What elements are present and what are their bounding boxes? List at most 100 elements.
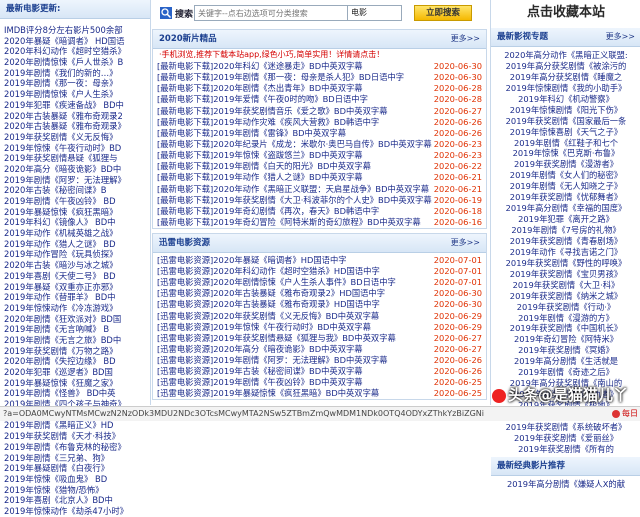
new-release-item-link[interactable]: [最新电影下载]2019年惊悚《盗跋悠兰》BD中英双字幕 [157,150,363,160]
new-release-item[interactable]: [最新电影下载]2020年剧情《杰出青年》BD中英双字幕 2020-06-28 [153,83,486,94]
search-input[interactable] [194,5,352,21]
latest-movie-item[interactable]: 2020年剧情《失控边缘》 BD [4,356,150,367]
new-release-item-link[interactable]: [最新电影下载]2019年动作灾难《疾风大营救》BD韩语中字 [157,117,379,127]
latest-movie-item-link[interactable]: 2020年犯罪《巡逻者》BD国 [4,367,113,377]
topic-item[interactable]: 2019年获奖剧情《冥婚》 [491,345,640,356]
topic-item-link[interactable]: 2019年惊悚喜剧《天气之子》 [510,127,622,137]
latest-movie-item[interactable]: 2019年惊悚《猎物/恐怖》 [4,485,150,496]
topic-item[interactable]: 2019年获奖剧情《青春剧场》 [491,236,640,247]
new-release-item[interactable]: [最新电影下载]2019年爱情《午夜0时的吻》BD日语中字 2020-06-28 [153,94,486,105]
thunder-resource-item-link[interactable]: [迅雷电影资源]2020年剧情惊悚《户人生杀人事件》BD日语中字 [157,277,396,287]
topic-item[interactable]: 2019年高分获奖剧情《被涂污的 [491,61,640,72]
latest-movie-item[interactable]: 2019年剧情《三兄弟、狗》 [4,453,150,464]
latest-movie-item[interactable]: 2019年获奖剧情《义无反悔》 [4,132,150,143]
thunder-resource-item-link[interactable]: [迅雷电影资源]2020年古装暴疑《雅布奇观录》HD国语中字 [157,299,380,309]
topic-item[interactable]: 2019年获奖剧情《漫游者》 [491,159,640,170]
thunder-resource-item[interactable]: [迅雷电影资源]2020年古装暴疑《雅布奇观录》HD国语中字 2020-06-30 [153,299,486,310]
new-release-item-link[interactable]: [最新电影下载]2019年剧情《那一夜：母亲是杀人犯》BD日语中字 [157,72,404,82]
thunder-resource-item-link[interactable]: [迅雷电影资源]2020年暴疑《暗调者》HD国语中字 [157,255,347,265]
new-release-item[interactable]: [最新电影下载]2019年剧情《那一夜：母亲是杀人犯》BD日语中字 2020-06… [153,72,486,83]
new-release-item-link[interactable]: [最新电影下载]2019年剧情《雷锋》BD中英双字幕 [157,128,346,138]
topic-item[interactable]: 2020年高分动作《黑暗正义联盟: [491,50,640,61]
latest-movie-item-link[interactable]: 2019年剧情《怪兽》 BD中英 [4,388,116,398]
topics-more-link[interactable]: 更多>> [606,28,635,46]
latest-movie-item-link[interactable]: 2019年惊悚动作《冷冻游戏》 [4,303,117,313]
new-release-item[interactable]: [最新电影下载]2019年惊悚《盗跋悠兰》BD中英双字幕 2020-06-23 [153,150,486,161]
topic-item[interactable]: 2019年惊悚剧情《我的小助手》 [491,83,640,94]
latest-movie-item-link[interactable]: 2019年喜剧《北京人》BD中 [4,495,113,505]
classic-item-link[interactable]: 2019年高分剧情《嫌疑人X的献 [507,479,625,489]
latest-movie-item-link[interactable]: 2020年古装暴疑《雅布奇观录》 [4,121,126,131]
thunder-resource-item[interactable]: [迅雷电影资源]2020年科幻动作《超时空猎杀》HD国语中字 2020-07-01 [153,266,486,277]
latest-movie-item-link[interactable]: 2019年暴疑惊悚《狂魔之家》 [4,378,117,388]
latest-movie-item-link[interactable]: 2019年剧情惊悚《户人生杀》 [4,89,117,99]
latest-movie-item-link[interactable]: 2019年惊悚《午夜行动时》BD [4,143,121,153]
thunder-resource-item[interactable]: [迅雷电影资源]2020年暴疑《暗调者》HD国语中字 2020-07-01 [153,255,486,266]
thunder-resource-item[interactable]: [迅雷电影资源]2019年剧情《阿罗：无法理解》BD中英双字幕 2020-06-2… [153,355,486,366]
new-release-item-link[interactable]: [最新电影下载]2020年纪录片《成龙：米歇尔·奥巴马自传》BD中英双字幕 [157,139,432,149]
topic-item[interactable]: 2019年获奖剧情《宝贝男孩》 [491,269,640,280]
latest-movie-item[interactable]: 2020年古装《秘密间谍》B [4,185,150,196]
topic-item[interactable]: 2019年惊悚喜剧《天气之子》 [491,127,640,138]
topic-item-link[interactable]: 2019年获奖剧情《忧郁舞者》 [510,192,622,202]
latest-movie-item-link[interactable]: 2020年剧情惊悚《戶人世杀》B [4,57,123,67]
thunder-resource-item-link[interactable]: [迅雷电影资源]2019年剧情《阿罗：无法理解》BD中英双字幕 [157,355,388,365]
topic-item-link[interactable]: 2019年奇幻冒险《阿特米》 [514,334,618,344]
latest-movie-item[interactable]: 2019年剧情《怪兽》 BD中英 [4,388,150,399]
latest-movie-item-link[interactable]: 2019年剧情《黑暗正义》HD [4,420,113,430]
topic-item[interactable]: 2019年高分剧情《幸福的国度》 [491,203,640,214]
topic-item[interactable]: 2019年获奖剧情《野性的呼唤》 [491,258,640,269]
topic-item[interactable]: 2019年获奖剧情《系统破坏者》 [491,422,640,433]
latest-movie-item-link[interactable]: 2020年古装暴疑《雅布奇观录2 [4,111,123,121]
topic-item-link[interactable]: 2019年高分剧情《幸福的国度》 [506,203,627,213]
topic-item[interactable]: 2019年剧情《漫游的方》 [491,313,640,324]
classic-item[interactable]: 2019年高分剧情《嫌疑人X的献 [491,479,640,490]
latest-movie-item-link[interactable]: 2019年犯罪《疾速备战》 BD中 [4,100,124,110]
latest-movie-item[interactable]: 2019年动作《机械英雄之战》 [4,228,150,239]
latest-movie-item[interactable]: IMDB评分8分左右影片500余部 [4,25,150,36]
latest-movie-item[interactable]: 2019年惊悚《午夜行动时》BD [4,143,150,154]
latest-movie-item[interactable]: 2019年惊悚动作《冷冻游戏》 [4,303,150,314]
new-release-item[interactable]: [最新电影下载]2019年奇幻剧情《再次，春天》BD韩语中字 2020-06-18 [153,206,486,217]
new-release-item-link[interactable]: [最新电影下载]2019年获奖剧情音乐《爱之歌》BD中英双字幕 [157,106,388,116]
topic-item-link[interactable]: 2019年剧情《奇迹之后》 [518,367,614,377]
latest-movie-item[interactable]: 2019年剧情《午夜凶铃》 BD [4,196,150,207]
latest-movie-item-link[interactable]: 2020年剧情《狂欢派对》BD国 [4,314,121,324]
bookmark-site-button[interactable]: 点击收藏本站 [491,0,640,26]
topic-item[interactable]: 2019年获奖剧情《中国机长》 [491,323,640,334]
topic-item-link[interactable]: 2019年剧情《女人们的秘密》 [510,170,622,180]
topic-item[interactable]: 2019年科幻《机动警察》 [491,94,640,105]
topic-item[interactable]: 2019年获奖剧情《爱丽丝》 [491,433,640,444]
latest-movie-item-link[interactable]: 2019年惊悚《吸血鬼》 BD [4,474,107,484]
thunder-resource-item-link[interactable]: [迅雷电影资源]2019年暴疑惊悚《疯狂黑暗》BD中英双字幕 [157,388,379,398]
new-release-item[interactable]: [最新电影下载]2020年科幻《迷途暴走》BD中英双字幕 2020-06-30 [153,61,486,72]
topic-item-link[interactable]: 2019年获奖剧情《宝贝男孩》 [510,269,622,279]
latest-movie-item[interactable]: 2019年剧情《阿罗：无法理解》 [4,175,150,186]
thunder-resource-item-link[interactable]: [迅雷电影资源]2020年古装暴疑《雅布奇观录2》HD国语中字 [157,288,385,298]
topic-item-link[interactable]: 2019年剧情《7号房的礼物》 [511,225,620,235]
topic-item-link[interactable]: 2019年获奖剧情《野性的呼唤》 [506,258,627,268]
thunder-resource-item-link[interactable]: [迅雷电影资源]2020年科幻动作《超时空猎杀》HD国语中字 [157,266,380,276]
latest-movie-item[interactable]: 2019年暴疑剧情《白夜行》 [4,463,150,474]
thunder-resource-item[interactable]: [迅雷电影资源]2020年高分《暗夜诡影》BD中英双字幕 2020-06-27 [153,344,486,355]
thunder-resource-item[interactable]: [迅雷电影资源]2020年古装暴疑《雅布奇观录2》HD国语中字 2020-06-3… [153,288,486,299]
new-release-item[interactable]: [最新电影下载]2020年纪录片《成龙：米歇尔·奥巴马自传》BD中英双字幕 202… [153,139,486,150]
new-release-item-link[interactable]: [最新电影下载]2019年奇幻冒险《阿特米斯的奇幻旅程》BD中英双字幕 [157,217,421,227]
latest-movie-item[interactable]: 2020年科幻动作《超时空猎杀》 [4,46,150,57]
latest-movie-item[interactable]: 2019年动作《替罪羊》 BD中 [4,292,150,303]
latest-movie-item[interactable]: 2019年获奖剧情《万物之路》 [4,346,150,357]
latest-movie-item[interactable]: 2020年古装暴疑《雅布奇观录》 [4,121,150,132]
topic-item-link[interactable]: 2019年获奖剧情《所有的 [518,444,614,454]
latest-movie-item-link[interactable]: 2019年惊悚动作《劫杀47小时》 [4,506,128,516]
topic-item[interactable]: 2019年犯罪《离开之路》 [491,214,640,225]
topic-item-link[interactable]: 2020年高分动作《黑暗正义联盟: [504,50,627,60]
thunder-resource-item-link[interactable]: [迅雷电影资源]2019年惊悚《午夜行动时》BD中英双字幕 [157,322,371,332]
topic-item-link[interactable]: 2019年高分获奖剧情《睡魔之 [510,72,622,82]
thunder-resource-item[interactable]: [迅雷电影资源]2019年惊悚《午夜行动时》BD中英双字幕 2020-06-29 [153,322,486,333]
latest-movie-item-link[interactable]: 2019年剧情《无言吶喊》 B [4,324,109,334]
topic-item-link[interactable]: 2019年获奖剧情《中国机长》 [510,323,622,333]
topic-item[interactable]: 2019年获奖剧情《所有的 [491,444,640,455]
topic-item-link[interactable]: 2019年获奖剧情《冥婚》 [518,345,614,355]
topic-item[interactable]: 2019年获奖剧情《忧郁舞者》 [491,192,640,203]
latest-movie-item[interactable]: 2020年古装暴疑《雅布奇观录2 [4,111,150,122]
